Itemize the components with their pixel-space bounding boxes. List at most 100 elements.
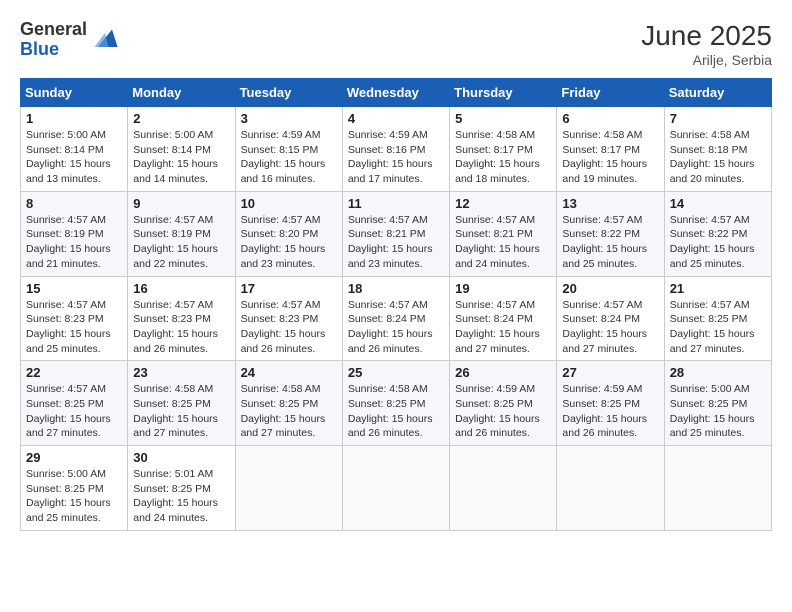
daylight-label: Daylight: 15 hours and 27 minutes. [26, 413, 111, 440]
day-number: 3 [241, 111, 337, 126]
day-number: 13 [562, 196, 658, 211]
day-info: Sunrise: 4:57 AM Sunset: 8:21 PM Dayligh… [455, 213, 551, 272]
daylight-label: Daylight: 15 hours and 26 minutes. [348, 413, 433, 440]
sunrise-label: Sunrise: 5:00 AM [26, 129, 106, 141]
day-number: 8 [26, 196, 122, 211]
calendar-header-row: Sunday Monday Tuesday Wednesday Thursday… [21, 79, 772, 107]
day-info: Sunrise: 4:59 AM Sunset: 8:25 PM Dayligh… [562, 382, 658, 441]
table-row: 23 Sunrise: 4:58 AM Sunset: 8:25 PM Dayl… [128, 361, 235, 446]
day-info: Sunrise: 4:58 AM Sunset: 8:25 PM Dayligh… [348, 382, 444, 441]
day-info: Sunrise: 4:57 AM Sunset: 8:23 PM Dayligh… [241, 298, 337, 357]
logo-general: General [20, 20, 87, 40]
daylight-label: Daylight: 15 hours and 27 minutes. [241, 413, 326, 440]
day-number: 15 [26, 281, 122, 296]
table-row: 14 Sunrise: 4:57 AM Sunset: 8:22 PM Dayl… [664, 191, 771, 276]
col-wednesday: Wednesday [342, 79, 449, 107]
table-row: 24 Sunrise: 4:58 AM Sunset: 8:25 PM Dayl… [235, 361, 342, 446]
col-friday: Friday [557, 79, 664, 107]
sunset-label: Sunset: 8:25 PM [133, 483, 211, 495]
table-row: 22 Sunrise: 4:57 AM Sunset: 8:25 PM Dayl… [21, 361, 128, 446]
day-number: 17 [241, 281, 337, 296]
sunrise-label: Sunrise: 4:59 AM [241, 129, 321, 141]
day-info: Sunrise: 4:59 AM Sunset: 8:15 PM Dayligh… [241, 128, 337, 187]
sunrise-label: Sunrise: 4:58 AM [670, 129, 750, 141]
day-number: 18 [348, 281, 444, 296]
col-sunday: Sunday [21, 79, 128, 107]
day-info: Sunrise: 4:57 AM Sunset: 8:22 PM Dayligh… [670, 213, 766, 272]
table-row [664, 446, 771, 531]
day-info: Sunrise: 4:57 AM Sunset: 8:24 PM Dayligh… [455, 298, 551, 357]
sunrise-label: Sunrise: 4:57 AM [133, 299, 213, 311]
sunset-label: Sunset: 8:23 PM [26, 313, 104, 325]
day-info: Sunrise: 4:57 AM Sunset: 8:23 PM Dayligh… [133, 298, 229, 357]
logo-text: General Blue [20, 20, 87, 60]
table-row: 19 Sunrise: 4:57 AM Sunset: 8:24 PM Dayl… [450, 276, 557, 361]
daylight-label: Daylight: 15 hours and 18 minutes. [455, 158, 540, 185]
day-info: Sunrise: 4:59 AM Sunset: 8:25 PM Dayligh… [455, 382, 551, 441]
table-row: 2 Sunrise: 5:00 AM Sunset: 8:14 PM Dayli… [128, 107, 235, 192]
day-info: Sunrise: 4:57 AM Sunset: 8:20 PM Dayligh… [241, 213, 337, 272]
sunrise-label: Sunrise: 4:57 AM [562, 214, 642, 226]
day-info: Sunrise: 4:58 AM Sunset: 8:25 PM Dayligh… [133, 382, 229, 441]
day-info: Sunrise: 5:00 AM Sunset: 8:25 PM Dayligh… [26, 467, 122, 526]
day-info: Sunrise: 4:57 AM Sunset: 8:25 PM Dayligh… [26, 382, 122, 441]
col-saturday: Saturday [664, 79, 771, 107]
daylight-label: Daylight: 15 hours and 21 minutes. [26, 243, 111, 270]
day-info: Sunrise: 4:57 AM Sunset: 8:23 PM Dayligh… [26, 298, 122, 357]
sunset-label: Sunset: 8:18 PM [670, 144, 748, 156]
calendar-table: Sunday Monday Tuesday Wednesday Thursday… [20, 78, 772, 531]
daylight-label: Daylight: 15 hours and 19 minutes. [562, 158, 647, 185]
table-row: 8 Sunrise: 4:57 AM Sunset: 8:19 PM Dayli… [21, 191, 128, 276]
sunrise-label: Sunrise: 4:58 AM [562, 129, 642, 141]
sunset-label: Sunset: 8:23 PM [241, 313, 319, 325]
daylight-label: Daylight: 15 hours and 14 minutes. [133, 158, 218, 185]
daylight-label: Daylight: 15 hours and 26 minutes. [562, 413, 647, 440]
table-row: 13 Sunrise: 4:57 AM Sunset: 8:22 PM Dayl… [557, 191, 664, 276]
daylight-label: Daylight: 15 hours and 16 minutes. [241, 158, 326, 185]
day-number: 7 [670, 111, 766, 126]
sunrise-label: Sunrise: 4:57 AM [348, 214, 428, 226]
day-number: 28 [670, 365, 766, 380]
daylight-label: Daylight: 15 hours and 24 minutes. [133, 497, 218, 524]
table-row: 3 Sunrise: 4:59 AM Sunset: 8:15 PM Dayli… [235, 107, 342, 192]
day-number: 25 [348, 365, 444, 380]
sunrise-label: Sunrise: 4:57 AM [241, 299, 321, 311]
daylight-label: Daylight: 15 hours and 25 minutes. [562, 243, 647, 270]
daylight-label: Daylight: 15 hours and 23 minutes. [241, 243, 326, 270]
table-row [342, 446, 449, 531]
calendar-week-row: 1 Sunrise: 5:00 AM Sunset: 8:14 PM Dayli… [21, 107, 772, 192]
sunrise-label: Sunrise: 4:59 AM [348, 129, 428, 141]
sunset-label: Sunset: 8:16 PM [348, 144, 426, 156]
sunrise-label: Sunrise: 4:57 AM [670, 214, 750, 226]
daylight-label: Daylight: 15 hours and 24 minutes. [455, 243, 540, 270]
daylight-label: Daylight: 15 hours and 27 minutes. [562, 328, 647, 355]
daylight-label: Daylight: 15 hours and 25 minutes. [26, 497, 111, 524]
sunrise-label: Sunrise: 4:59 AM [455, 383, 535, 395]
table-row: 30 Sunrise: 5:01 AM Sunset: 8:25 PM Dayl… [128, 446, 235, 531]
calendar-week-row: 15 Sunrise: 4:57 AM Sunset: 8:23 PM Dayl… [21, 276, 772, 361]
sunrise-label: Sunrise: 4:57 AM [133, 214, 213, 226]
table-row: 11 Sunrise: 4:57 AM Sunset: 8:21 PM Dayl… [342, 191, 449, 276]
sunrise-label: Sunrise: 4:58 AM [455, 129, 535, 141]
sunrise-label: Sunrise: 4:59 AM [562, 383, 642, 395]
day-number: 11 [348, 196, 444, 211]
sunset-label: Sunset: 8:21 PM [455, 228, 533, 240]
sunrise-label: Sunrise: 4:57 AM [26, 214, 106, 226]
daylight-label: Daylight: 15 hours and 26 minutes. [348, 328, 433, 355]
table-row: 29 Sunrise: 5:00 AM Sunset: 8:25 PM Dayl… [21, 446, 128, 531]
daylight-label: Daylight: 15 hours and 22 minutes. [133, 243, 218, 270]
location-subtitle: Arilje, Serbia [641, 52, 772, 68]
sunrise-label: Sunrise: 4:57 AM [241, 214, 321, 226]
daylight-label: Daylight: 15 hours and 26 minutes. [455, 413, 540, 440]
table-row: 12 Sunrise: 4:57 AM Sunset: 8:21 PM Dayl… [450, 191, 557, 276]
day-number: 2 [133, 111, 229, 126]
day-number: 23 [133, 365, 229, 380]
table-row: 9 Sunrise: 4:57 AM Sunset: 8:19 PM Dayli… [128, 191, 235, 276]
sunrise-label: Sunrise: 4:58 AM [133, 383, 213, 395]
daylight-label: Daylight: 15 hours and 27 minutes. [133, 413, 218, 440]
table-row [557, 446, 664, 531]
day-number: 21 [670, 281, 766, 296]
daylight-label: Daylight: 15 hours and 20 minutes. [670, 158, 755, 185]
logo-blue: Blue [20, 40, 87, 60]
sunset-label: Sunset: 8:25 PM [562, 398, 640, 410]
